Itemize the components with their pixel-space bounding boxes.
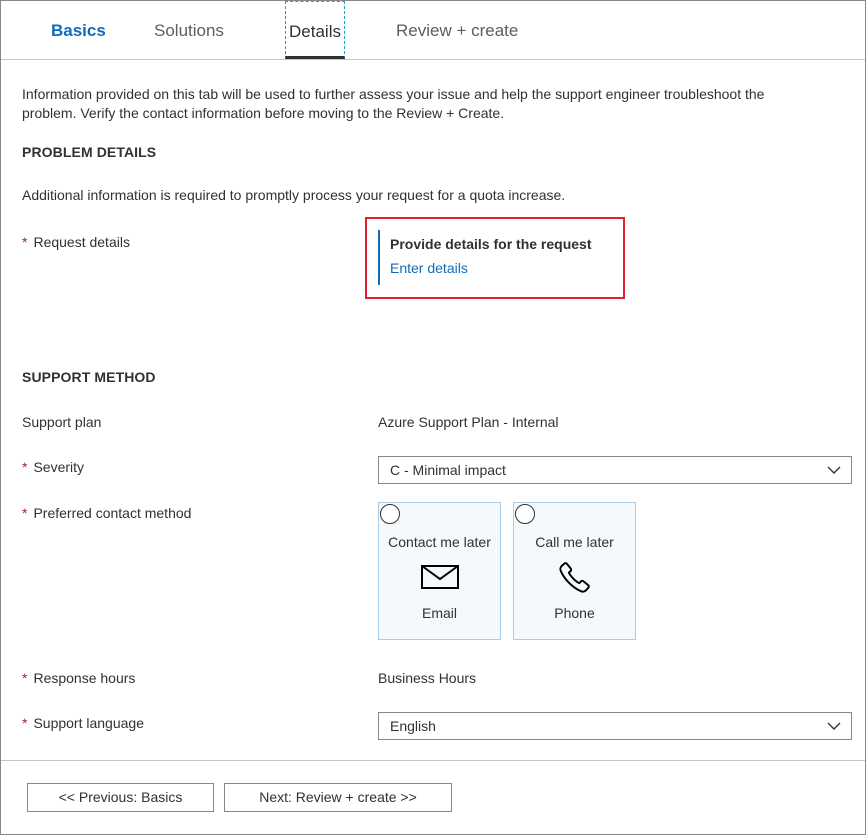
support-language-label: * Support language [22,715,144,731]
previous-button[interactable]: << Previous: Basics [27,783,214,812]
create-support-request-panel: Basics Solutions Details Review + create… [0,0,866,835]
contact-method-label: * Preferred contact method [22,505,191,521]
contact-option-title: Contact me later [379,534,500,550]
enter-details-link[interactable]: Enter details [390,260,592,276]
problem-details-heading: PROBLEM DETAILS [22,144,156,160]
contact-method-label-text: Preferred contact method [33,505,191,521]
response-hours-label: * Response hours [22,670,135,686]
tab-basics[interactable]: Basics [51,1,106,59]
request-details-label-text: Request details [33,234,130,250]
severity-label-text: Severity [33,459,84,475]
wizard-footer: << Previous: Basics Next: Review + creat… [1,760,865,834]
contact-option-sub: Phone [514,605,635,621]
required-marker: * [22,670,27,686]
radio-button[interactable] [515,504,535,524]
contact-option-title: Call me later [514,534,635,550]
tab-solutions[interactable]: Solutions [154,1,224,59]
intro-text: Information provided on this tab will be… [22,85,782,123]
chevron-down-icon [827,465,841,475]
language-dropdown[interactable]: English [378,712,852,740]
required-marker: * [22,715,27,731]
response-hours-label-text: Response hours [33,670,135,686]
tab-review-create[interactable]: Review + create [396,1,518,59]
support-method-heading: SUPPORT METHOD [22,369,156,385]
support-language-label-text: Support language [33,715,144,731]
support-plan-value: Azure Support Plan - Internal [378,414,559,430]
request-details-heading: Provide details for the request [390,236,592,252]
severity-label: * Severity [22,459,84,475]
response-hours-value: Business Hours [378,670,476,686]
contact-option-sub: Email [379,605,500,621]
mail-icon [420,564,460,590]
request-details-block: Provide details for the request Enter de… [378,230,592,285]
required-marker: * [22,459,27,475]
problem-details-info: Additional information is required to pr… [22,187,565,203]
contact-option-email[interactable]: Contact me later Email [378,502,501,640]
contact-option-phone[interactable]: Call me later Phone [513,502,636,640]
phone-icon [555,559,595,595]
language-selected-value: English [390,718,436,734]
request-details-label: * Request details [22,234,130,250]
severity-selected-value: C - Minimal impact [390,462,506,478]
chevron-down-icon [827,721,841,731]
next-button[interactable]: Next: Review + create >> [224,783,452,812]
support-plan-label: Support plan [22,414,101,430]
wizard-tabs: Basics Solutions Details Review + create [1,1,865,60]
severity-dropdown[interactable]: C - Minimal impact [378,456,852,484]
required-marker: * [22,505,27,521]
required-marker: * [22,234,27,250]
radio-button[interactable] [380,504,400,524]
tab-details[interactable]: Details [285,1,345,59]
